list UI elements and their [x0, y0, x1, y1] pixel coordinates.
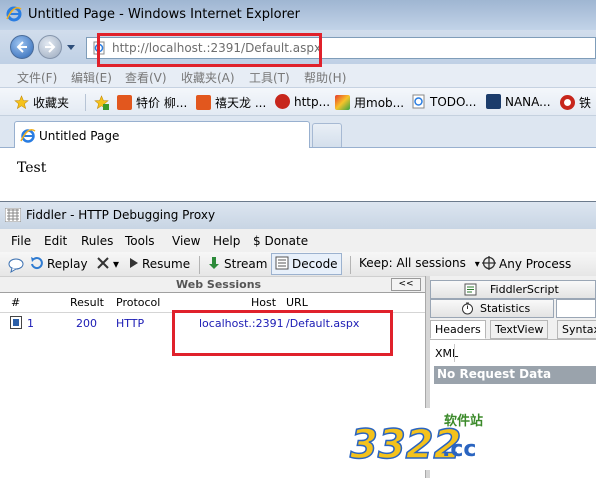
- separator: [454, 344, 455, 362]
- keep-sessions-dropdown[interactable]: Keep: All sessions ▾: [359, 256, 480, 274]
- menu-help[interactable]: Help: [213, 234, 240, 248]
- site-icon: [560, 95, 575, 110]
- favorites-bar: 收藏夹 特价 柳... 禧天龙 ... http... 用mob... TODO…: [0, 88, 596, 116]
- decode-icon: [275, 256, 289, 270]
- menu-rules[interactable]: Rules: [81, 234, 113, 248]
- menu-edit[interactable]: 编辑(E): [71, 69, 112, 86]
- site-icon: [275, 94, 290, 109]
- column-host[interactable]: Host: [251, 296, 276, 309]
- menu-view[interactable]: View: [172, 234, 200, 248]
- windows-flag-icon: [335, 95, 350, 110]
- page-icon: [412, 94, 425, 109]
- fiddler-menu-bar: File Edit Rules Tools View Help $ Donate: [0, 231, 596, 252]
- page-text: Test: [17, 160, 47, 176]
- ie-page-icon: [20, 129, 36, 143]
- svg-text:.cc: .cc: [442, 437, 476, 462]
- column-url[interactable]: URL: [286, 296, 308, 309]
- menu-edit[interactable]: Edit: [44, 234, 67, 248]
- resume-button[interactable]: Resume: [129, 256, 190, 274]
- new-tab-button[interactable]: [312, 123, 342, 147]
- arrow-right-icon: [45, 41, 56, 53]
- ie-logo-icon: [6, 6, 22, 22]
- play-icon: [130, 258, 138, 268]
- script-icon: [464, 283, 477, 296]
- no-request-data-banner: No Request Data: [434, 366, 596, 384]
- toolbar-separator: [350, 256, 351, 274]
- comment-icon[interactable]: [8, 256, 24, 274]
- favorite-item-4[interactable]: 用mob...: [335, 94, 404, 112]
- watermark-subtext: 软件站: [444, 414, 484, 429]
- column-result[interactable]: Result: [70, 296, 104, 309]
- tab-statistics[interactable]: Statistics: [430, 299, 554, 318]
- arrow-left-icon: [16, 41, 27, 53]
- ie-title-bar: Untitled Page - Windows Internet Explore…: [0, 0, 596, 30]
- fiddler-window-title: Fiddler - HTTP Debugging Proxy: [26, 208, 216, 222]
- subtab-syntax[interactable]: Syntax: [557, 320, 596, 339]
- forward-button[interactable]: [38, 35, 62, 59]
- favorite-item-6[interactable]: NANA...: [486, 94, 551, 112]
- fiddler-toolbar: Replay ▾ Resume Stream Decode Keep: All …: [0, 252, 596, 277]
- cell-result: 200: [76, 317, 97, 330]
- favorite-item-1[interactable]: 特价 柳...: [117, 94, 187, 112]
- favorite-item-7[interactable]: 铁: [560, 94, 591, 112]
- document-icon: [10, 316, 22, 329]
- collapse-button[interactable]: <<: [391, 278, 421, 291]
- column-protocol[interactable]: Protocol: [116, 296, 160, 309]
- favorite-item-5[interactable]: TODO...: [411, 94, 476, 112]
- subtab-textview[interactable]: TextView: [490, 320, 549, 339]
- tab-inspectors[interactable]: [556, 299, 596, 318]
- taobao-icon: [117, 95, 132, 110]
- menu-tools[interactable]: 工具(T): [249, 69, 290, 86]
- tab-fiddlerscript[interactable]: FiddlerScript: [430, 280, 596, 299]
- menu-file[interactable]: 文件(F): [17, 69, 57, 86]
- remove-button[interactable]: ▾: [96, 256, 119, 274]
- stopwatch-icon: [462, 302, 473, 315]
- ie-window-title: Untitled Page - Windows Internet Explore…: [28, 7, 301, 22]
- inspector-subtabs: Headers TextView Syntax: [430, 320, 596, 340]
- back-button[interactable]: [10, 35, 34, 59]
- host-url-highlight-box: [172, 310, 393, 356]
- web-sessions-header: Web Sessions <<: [0, 278, 425, 292]
- favorite-item-2[interactable]: 禧天龙 ...: [196, 94, 266, 112]
- url-highlight-box: [97, 33, 322, 67]
- cell-protocol: HTTP: [116, 317, 145, 330]
- watermark: 3322 .cc 软件站: [340, 408, 496, 470]
- stream-button[interactable]: Stream: [207, 256, 267, 274]
- subtab-headers[interactable]: Headers: [430, 320, 486, 339]
- favorites-button[interactable]: 收藏夹: [14, 94, 69, 112]
- decode-button[interactable]: Decode: [271, 253, 342, 275]
- fiddler-title-bar: Fiddler - HTTP Debugging Proxy: [0, 202, 596, 229]
- web-sessions-title: Web Sessions: [176, 278, 262, 291]
- toolbar-separator: [199, 256, 200, 274]
- star-icon: [14, 95, 29, 110]
- ie-window: Untitled Page - Windows Internet Explore…: [0, 0, 596, 201]
- menu-file[interactable]: File: [11, 234, 31, 248]
- history-dropdown-icon[interactable]: [66, 44, 76, 52]
- tab-title: Untitled Page: [39, 129, 120, 143]
- fiddler-logo-icon: [5, 208, 21, 222]
- cell-number: 1: [27, 317, 34, 330]
- any-process-button[interactable]: Any Process: [482, 256, 571, 274]
- menu-view[interactable]: 查看(V): [125, 69, 167, 86]
- add-favorite-icon[interactable]: [94, 94, 110, 112]
- favorites-separator: [85, 94, 86, 111]
- column-number[interactable]: #: [11, 296, 20, 309]
- menu-favorites[interactable]: 收藏夹(A): [181, 69, 235, 86]
- favorite-item-3[interactable]: http...: [275, 94, 330, 112]
- ie-page-content: Test: [0, 148, 596, 201]
- menu-tools[interactable]: Tools: [125, 234, 155, 248]
- menu-donate[interactable]: $ Donate: [253, 234, 308, 248]
- replay-button[interactable]: Replay: [30, 256, 88, 274]
- ie-menu-bar: 文件(F) 编辑(E) 查看(V) 收藏夹(A) 工具(T) 帮助(H): [0, 64, 596, 88]
- close-icon: [97, 257, 109, 269]
- crosshair-icon: [482, 256, 496, 270]
- site-icon: [486, 94, 501, 109]
- chevron-down-icon: ▾: [474, 259, 480, 270]
- stream-icon: [209, 257, 219, 269]
- replay-icon: [31, 257, 43, 270]
- taobao-icon: [196, 95, 211, 110]
- menu-help[interactable]: 帮助(H): [304, 69, 346, 86]
- tab-untitled-page[interactable]: Untitled Page: [14, 121, 310, 149]
- ie-tab-strip: Untitled Page: [0, 116, 596, 149]
